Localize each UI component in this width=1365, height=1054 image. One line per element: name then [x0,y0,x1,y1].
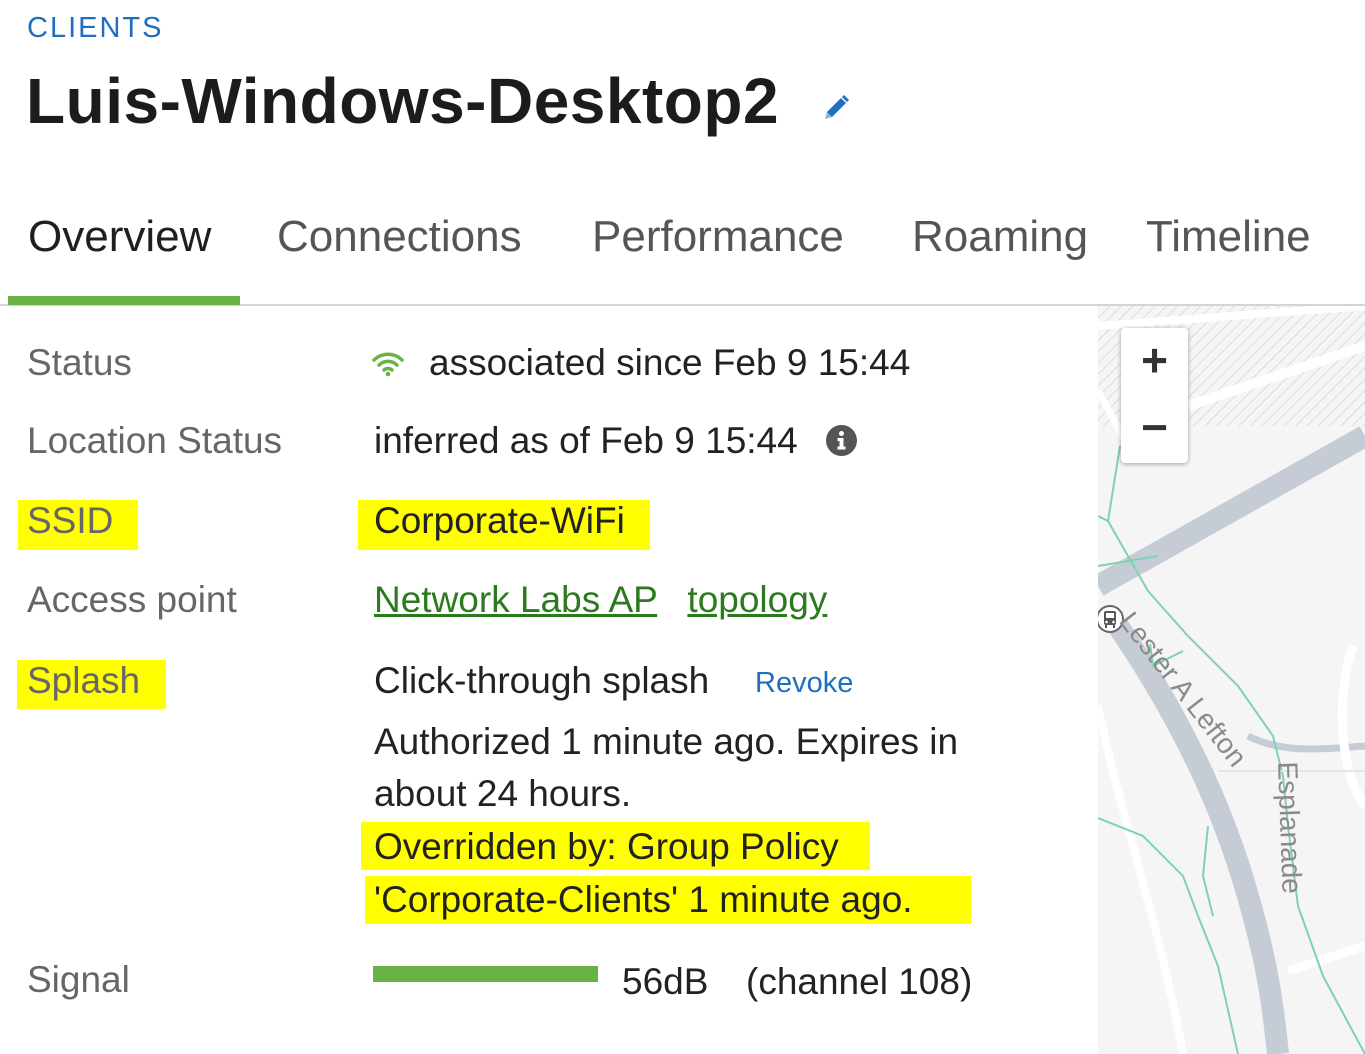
map-zoom-controls: + − [1121,328,1188,463]
access-point-label: Access point [27,579,237,620]
tab-performance[interactable]: Performance [592,212,844,262]
signal-strength-bar [373,966,598,982]
status-value: associated since Feb 9 15:44 [429,342,911,383]
topology-link[interactable]: topology [687,579,827,620]
access-point-link[interactable]: Network Labs AP [374,579,657,620]
ssid-label: SSID [27,500,114,541]
splash-authorized-text: Authorized 1 minute ago. Expires in [374,721,959,762]
splash-override-policy: 'Corporate-Clients' 1 minute ago. [374,879,913,920]
zoom-out-button[interactable]: − [1121,395,1188,462]
splash-override-text: Overridden by: Group Policy [374,826,839,867]
tab-roaming[interactable]: Roaming [912,212,1088,262]
pencil-icon[interactable] [820,92,852,124]
active-tab-indicator [8,296,240,305]
tab-bar: Overview Connections Performance Roaming… [0,190,1365,306]
location-status-value: inferred as of Feb 9 15:44 [374,420,798,461]
splash-expiry-text: about 24 hours. [374,773,632,814]
tab-connections[interactable]: Connections [277,212,522,262]
info-icon[interactable] [825,424,858,457]
status-label: Status [27,342,132,383]
map-street-label: Esplanade [1272,761,1308,895]
location-status-label: Location Status [27,420,283,461]
zoom-in-button[interactable]: + [1121,328,1188,395]
ssid-value: Corporate-WiFi [374,500,625,541]
channel-value: (channel 108) [746,961,973,1002]
splash-value: Click-through splash [374,660,710,701]
signal-label: Signal [27,959,130,1000]
wifi-icon [371,349,405,377]
breadcrumb[interactable]: CLIENTS [27,12,163,45]
splash-label: Splash [27,660,141,701]
signal-value: 56dB [622,961,709,1002]
page-title: Luis-Windows-Desktop2 [26,65,780,137]
tab-timeline[interactable]: Timeline [1146,212,1311,262]
tab-overview[interactable]: Overview [28,212,211,262]
revoke-link[interactable]: Revoke [755,667,853,700]
